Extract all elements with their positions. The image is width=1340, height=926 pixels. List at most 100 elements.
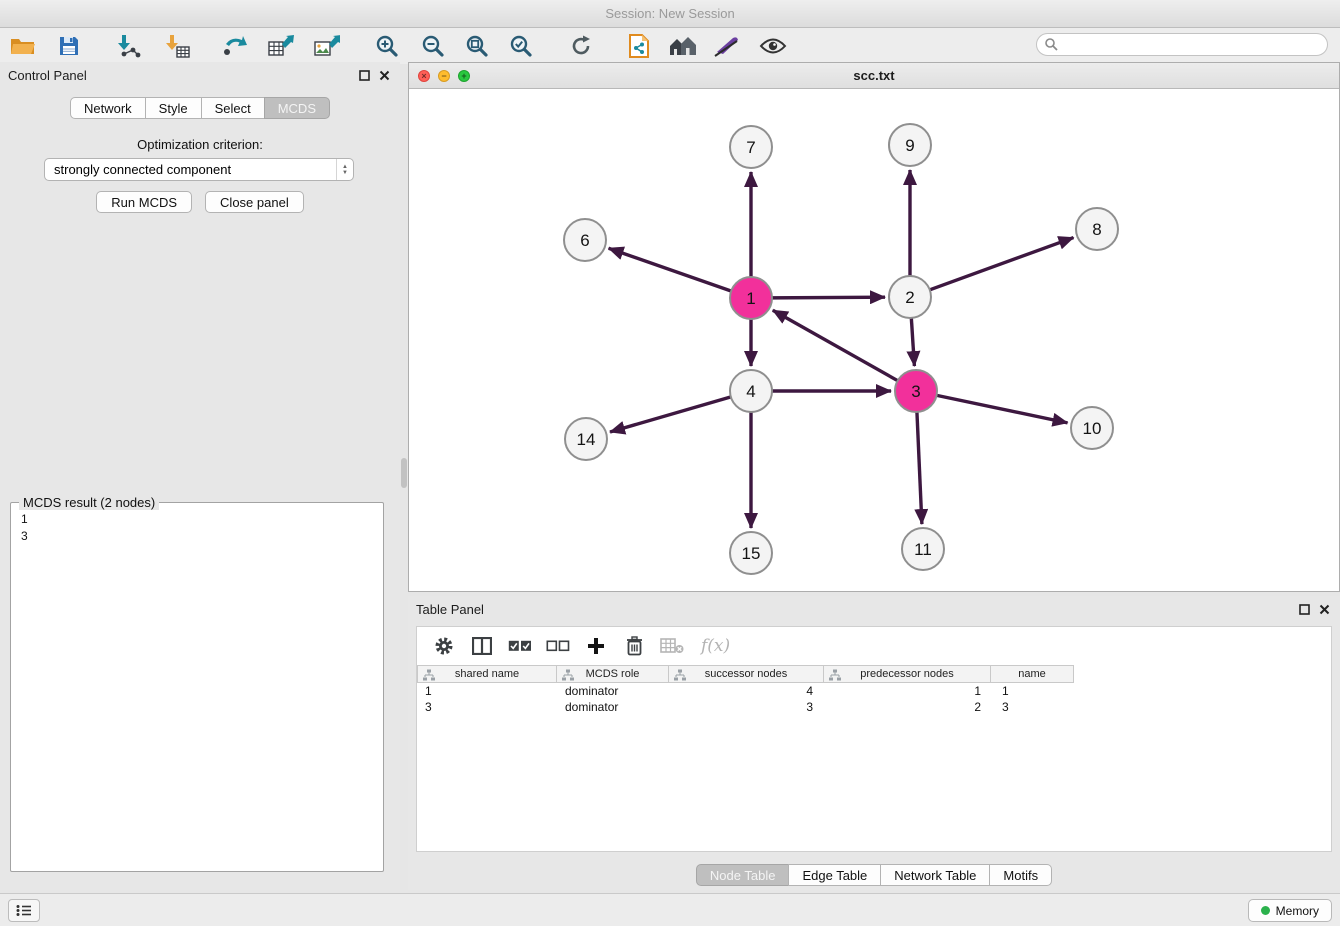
show-hide-eye-icon[interactable] [758,31,788,61]
select-all-columns-icon[interactable] [505,631,535,661]
cell-predecessor-nodes[interactable]: 1 [826,684,994,698]
column-header-name[interactable]: name [990,665,1074,683]
network-overview-houses-icon[interactable] [668,31,698,61]
graph-node-11[interactable]: 11 [902,528,944,570]
export-network-icon[interactable] [220,31,250,61]
result-line: 3 [21,528,373,545]
table-toolbar: f(x) [417,627,1331,665]
tab-select[interactable]: Select [201,97,265,119]
close-table-panel-icon[interactable] [1316,601,1332,617]
graph-edge-2-3[interactable] [911,317,914,366]
tab-motifs[interactable]: Motifs [989,864,1052,886]
svg-text:6: 6 [580,231,589,250]
application-window: Session: New Session [0,0,1340,926]
new-network-from-selection-icon[interactable] [624,31,654,61]
column-header-successor-nodes[interactable]: successor nodes [668,665,824,683]
cell-shared-name[interactable]: 1 [417,684,557,698]
close-window-icon[interactable]: × [418,70,430,82]
import-network-icon[interactable] [114,31,144,61]
run-mcds-button[interactable]: Run MCDS [96,191,192,213]
cell-predecessor-nodes[interactable]: 2 [826,700,994,714]
column-tree-icon [562,669,574,684]
tab-node-table[interactable]: Node Table [696,864,790,886]
table-row[interactable]: 1 dominator 4 1 1 [417,683,1331,699]
graph-node-10[interactable]: 10 [1071,407,1113,449]
tab-network-table[interactable]: Network Table [880,864,990,886]
open-folder-icon[interactable] [8,31,38,61]
mcds-result-content[interactable]: 1 3 [11,503,383,553]
network-canvas[interactable]: 7 9 6 8 1 2 4 3 14 10 15 11 [409,89,1339,591]
graph-node-9[interactable]: 9 [889,124,931,166]
cell-mcds-role[interactable]: dominator [557,684,670,698]
graph-edge-1-6[interactable] [609,248,733,291]
graph-edge-1-2[interactable] [771,297,885,298]
graph-node-3[interactable]: 3 [895,370,937,412]
zoom-fit-icon[interactable] [462,31,492,61]
vertical-splitter-handle[interactable] [401,458,407,488]
tab-style[interactable]: Style [145,97,202,119]
svg-text:8: 8 [1092,220,1101,239]
column-label: successor nodes [705,668,788,680]
dropdown-selected-value: strongly connected component [54,162,336,177]
optimization-criterion-select[interactable]: strongly connected component ▲▼ [44,158,354,181]
column-header-shared-name[interactable]: shared name [417,665,557,683]
float-panel-icon[interactable] [356,67,372,83]
zoom-window-icon[interactable]: + [458,70,470,82]
graph-node-15[interactable]: 15 [730,532,772,574]
mcds-result-box: MCDS result (2 nodes) 1 3 [10,502,384,872]
refresh-icon[interactable] [566,31,596,61]
minimize-window-icon[interactable]: − [438,70,450,82]
float-table-panel-icon[interactable] [1296,601,1312,617]
column-header-mcds-role[interactable]: MCDS role [556,665,669,683]
task-history-button[interactable] [8,899,40,922]
graph-node-14[interactable]: 14 [565,418,607,460]
graph-node-2[interactable]: 2 [889,276,931,318]
cell-mcds-role[interactable]: dominator [557,700,670,714]
graph-node-8[interactable]: 8 [1076,208,1118,250]
column-header-predecessor-nodes[interactable]: predecessor nodes [823,665,991,683]
main-toolbar [0,28,1340,64]
tab-network[interactable]: Network [70,97,146,119]
table-settings-gear-icon[interactable] [429,631,459,661]
show-columns-icon[interactable] [467,631,497,661]
export-table-icon[interactable] [266,31,296,61]
style-filter-icon[interactable] [712,31,742,61]
graph-node-4[interactable]: 4 [730,370,772,412]
graph-node-7[interactable]: 7 [730,126,772,168]
memory-button[interactable]: Memory [1248,899,1332,922]
graph-node-6[interactable]: 6 [564,219,606,261]
close-panel-icon[interactable] [376,67,392,83]
save-session-icon[interactable] [54,31,84,61]
zoom-selected-icon[interactable] [506,31,536,61]
search-input[interactable] [1036,33,1328,56]
cell-successor-nodes[interactable]: 4 [670,684,826,698]
zoom-in-icon[interactable] [372,31,402,61]
cell-shared-name[interactable]: 3 [417,700,557,714]
table-row[interactable]: 3 dominator 3 2 3 [417,699,1331,715]
graph-edge-3-11[interactable] [917,411,922,524]
graph-edge-3-1[interactable] [773,310,899,381]
cell-name[interactable]: 3 [994,700,1078,714]
delete-column-icon[interactable] [619,631,649,661]
cell-name[interactable]: 1 [994,684,1078,698]
svg-text:7: 7 [746,138,755,157]
optimization-criterion-label: Optimization criterion: [0,137,400,152]
import-table-icon[interactable] [162,31,192,61]
export-image-icon[interactable] [312,31,342,61]
tab-edge-table[interactable]: Edge Table [788,864,881,886]
add-column-icon[interactable] [581,631,611,661]
tab-mcds[interactable]: MCDS [264,97,330,119]
graph-edge-3-10[interactable] [936,395,1068,423]
deselect-all-columns-icon[interactable] [543,631,573,661]
svg-text:11: 11 [914,540,932,559]
cell-successor-nodes[interactable]: 3 [670,700,826,714]
graph-edge-4-14[interactable] [610,397,732,432]
network-graph[interactable]: 7 9 6 8 1 2 4 3 14 10 15 11 [409,89,1339,591]
mcds-result-title: MCDS result (2 nodes) [19,495,159,510]
svg-text:10: 10 [1083,419,1102,438]
status-bar: Memory [0,893,1340,926]
zoom-out-icon[interactable] [418,31,448,61]
close-panel-button[interactable]: Close panel [205,191,304,213]
graph-node-1[interactable]: 1 [730,277,772,319]
graph-edge-2-8[interactable] [929,238,1074,291]
